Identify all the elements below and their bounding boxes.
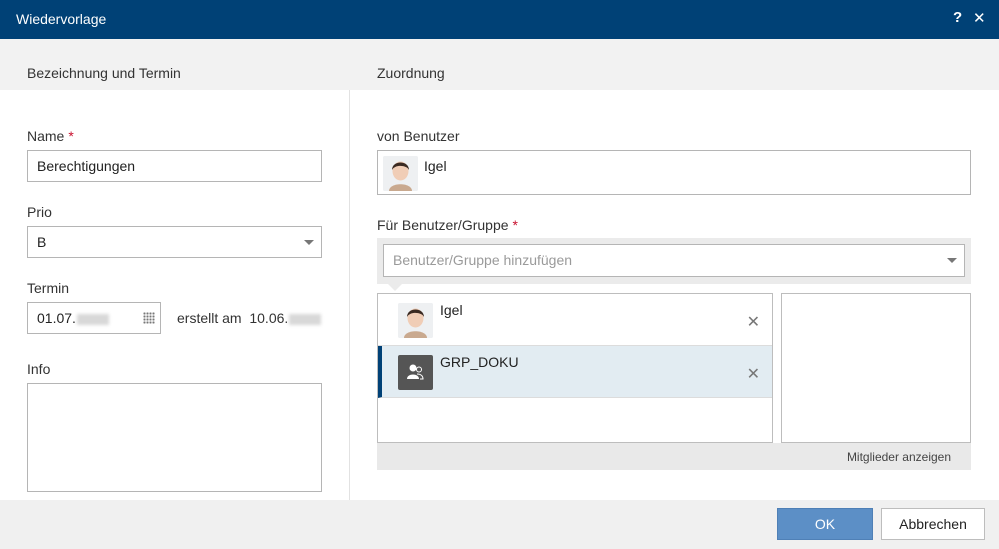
chevron-down-icon: [947, 258, 957, 263]
created-date: 10.06.: [249, 310, 289, 326]
section-title-left: Bezeichnung und Termin: [27, 65, 181, 81]
show-members-button[interactable]: Mitglieder anzeigen: [847, 450, 951, 464]
ok-button[interactable]: OK: [777, 508, 873, 540]
name-input-value: Berechtigungen: [37, 158, 136, 174]
blurred-year: [289, 313, 322, 325]
section-headers: Bezeichnung und Termin Zuordnung: [0, 39, 999, 90]
group-icon: [398, 355, 433, 390]
prio-select-value: B: [37, 234, 47, 250]
termin-value: 01.07.: [37, 310, 109, 326]
user-avatar: [398, 303, 433, 338]
remove-icon[interactable]: ✕: [747, 312, 760, 332]
list-item[interactable]: GRP_DOKU ✕: [378, 346, 772, 398]
from-user-label: von Benutzer: [377, 128, 460, 144]
add-user-group-select[interactable]: Benutzer/Gruppe hinzufügen: [383, 244, 965, 277]
for-user-label: Für Benutzer/Gruppe *: [377, 217, 518, 233]
termin-label: Termin: [27, 280, 70, 296]
info-textarea[interactable]: [27, 383, 322, 492]
from-user-name: Igel: [424, 158, 447, 174]
help-icon[interactable]: ?: [953, 9, 962, 26]
name-input[interactable]: Berechtigungen: [27, 150, 322, 182]
cancel-button[interactable]: Abbrechen: [881, 508, 985, 540]
dialog-title: Wiedervorlage: [16, 11, 107, 27]
user-avatar: [383, 156, 418, 191]
list-item[interactable]: Igel ✕: [378, 294, 772, 346]
dialog-titlebar: Wiedervorlage ? ✕: [0, 0, 999, 39]
from-user-field[interactable]: Igel: [377, 150, 971, 195]
section-title-right: Zuordnung: [377, 65, 445, 81]
assignee-name: GRP_DOKU: [440, 354, 519, 370]
required-marker: *: [68, 128, 74, 144]
chevron-down-icon: [304, 240, 314, 245]
calendar-icon[interactable]: [143, 312, 155, 324]
created-info: erstellt am 10.06.: [177, 310, 322, 326]
name-label: Name *: [27, 128, 74, 144]
add-user-placeholder: Benutzer/Gruppe hinzufügen: [393, 252, 573, 268]
termin-date-input[interactable]: 01.07.: [27, 302, 161, 334]
members-panel: [781, 293, 971, 443]
prio-select[interactable]: B: [27, 226, 322, 258]
pointer-arrow: [388, 284, 402, 291]
close-icon[interactable]: ✕: [973, 9, 986, 27]
members-toolbar: Mitglieder anzeigen: [377, 443, 971, 470]
remove-icon[interactable]: ✕: [747, 364, 760, 384]
dialog-footer: OK Abbrechen: [0, 500, 999, 549]
assignee-list: Igel ✕ GRP_DOKU ✕: [377, 293, 773, 443]
required-marker: *: [512, 217, 518, 233]
prio-label: Prio: [27, 204, 52, 220]
created-prefix: erstellt am: [177, 310, 242, 326]
info-label: Info: [27, 361, 51, 377]
assignee-name: Igel: [440, 302, 463, 318]
blurred-year: [76, 313, 109, 325]
